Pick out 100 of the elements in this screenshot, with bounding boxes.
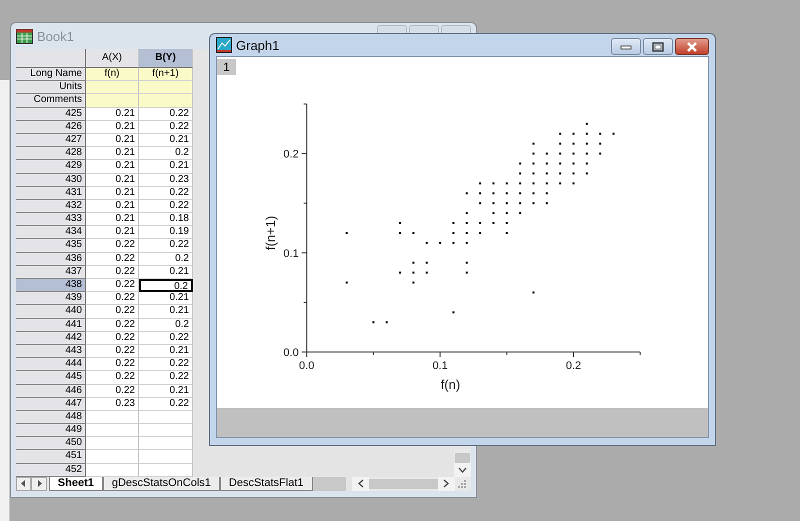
row-number[interactable]: 442	[16, 332, 86, 345]
row-number[interactable]: 432	[16, 200, 86, 214]
column-header[interactable]: A(X)	[86, 49, 139, 68]
scroll-right-button[interactable]	[438, 476, 455, 491]
table-cell[interactable]	[139, 81, 193, 94]
table-cell[interactable]: 0.22	[139, 108, 193, 121]
table-cell[interactable]: 0.21	[139, 134, 193, 148]
table-cell[interactable]: 0.19	[139, 226, 193, 240]
scrollbar-thumb[interactable]	[455, 452, 470, 463]
table-cell[interactable]: 0.23	[139, 174, 193, 187]
sheet-tab[interactable]: Sheet1	[48, 476, 103, 491]
table-cell[interactable]	[139, 437, 193, 450]
table-cell[interactable]: 0.21	[86, 226, 139, 240]
table-cell[interactable]: 0.2	[139, 279, 193, 292]
row-number[interactable]: 427	[16, 134, 86, 148]
table-cell[interactable]: 0.22	[86, 305, 139, 319]
table-cell[interactable]: 0.22	[139, 398, 193, 411]
close-button[interactable]	[675, 38, 709, 55]
row-number[interactable]: 435	[16, 239, 86, 253]
table-cell[interactable]: 0.18	[139, 213, 193, 226]
table-cell[interactable]: 0.21	[139, 344, 193, 358]
row-number[interactable]: 426	[16, 120, 86, 134]
row-number[interactable]: 430	[16, 174, 86, 187]
table-cell[interactable]	[139, 450, 193, 464]
table-cell[interactable]: 0.21	[86, 200, 139, 214]
table-cell[interactable]: 0.22	[86, 279, 139, 292]
table-cell[interactable]: 0.22	[139, 239, 193, 253]
table-cell[interactable]: 0.2	[139, 147, 193, 160]
row-number[interactable]: 436	[16, 252, 86, 266]
table-cell[interactable]: 0.21	[86, 134, 139, 148]
row-number[interactable]: 452	[16, 464, 86, 477]
table-cell[interactable]	[86, 410, 139, 424]
row-number[interactable]: 431	[16, 186, 86, 200]
sheet-tab[interactable]: DescStatsFlat1	[220, 476, 312, 491]
table-cell[interactable]: 0.22	[86, 384, 139, 398]
table-cell[interactable]: 0.22	[139, 120, 193, 134]
row-number[interactable]: 428	[16, 147, 86, 160]
maximize-button[interactable]	[643, 38, 673, 55]
table-cell[interactable]: f(n+1)	[139, 68, 193, 82]
row-number[interactable]: 439	[16, 292, 86, 306]
table-cell[interactable]	[86, 94, 139, 108]
row-number[interactable]: 434	[16, 226, 86, 240]
row-number[interactable]: 425	[16, 108, 86, 121]
table-cell[interactable]: f(n)	[86, 68, 139, 82]
layer-tab[interactable]: 1	[217, 59, 236, 75]
sheet-tab[interactable]: gDescStatsOnCols1	[102, 476, 220, 491]
table-cell[interactable]: 0.22	[139, 371, 193, 384]
row-number[interactable]: 440	[16, 305, 86, 319]
table-cell[interactable]: 0.21	[139, 266, 193, 279]
table-cell[interactable]: 0.21	[139, 384, 193, 398]
table-cell[interactable]: 0.22	[86, 371, 139, 384]
table-cell[interactable]: 0.21	[139, 305, 193, 319]
row-number[interactable]: 438	[16, 279, 86, 292]
row-number[interactable]: 437	[16, 266, 86, 279]
table-cell[interactable]	[86, 437, 139, 450]
table-cell[interactable]: 0.22	[139, 200, 193, 214]
table-cell[interactable]: 0.22	[86, 239, 139, 253]
row-number[interactable]: 445	[16, 371, 86, 384]
next-sheet-button[interactable]	[31, 476, 47, 491]
table-cell[interactable]	[139, 424, 193, 438]
row-number[interactable]: 429	[16, 160, 86, 174]
row-number[interactable]: 450	[16, 437, 86, 450]
table-cell[interactable]: 0.21	[86, 213, 139, 226]
table-cell[interactable]: 0.21	[86, 186, 139, 200]
minimize-button[interactable]	[611, 38, 641, 55]
table-cell[interactable]: 0.21	[86, 160, 139, 174]
table-cell[interactable]	[139, 410, 193, 424]
table-cell[interactable]: 0.22	[139, 186, 193, 200]
table-cell[interactable]: 0.21	[139, 292, 193, 306]
table-cell[interactable]: 0.22	[86, 344, 139, 358]
table-cell[interactable]	[86, 81, 139, 94]
table-cell[interactable]: 0.23	[86, 398, 139, 411]
row-number[interactable]: 441	[16, 318, 86, 332]
table-cell[interactable]: 0.22	[86, 358, 139, 372]
row-number[interactable]: 444	[16, 358, 86, 372]
table-cell[interactable]	[86, 450, 139, 464]
table-cell[interactable]	[139, 94, 193, 108]
table-cell[interactable]: 0.2	[139, 252, 193, 266]
row-number[interactable]: 448	[16, 410, 86, 424]
row-number[interactable]: 449	[16, 424, 86, 438]
column-header[interactable]: B(Y)	[139, 49, 193, 68]
row-number[interactable]: 451	[16, 450, 86, 464]
previous-sheet-button[interactable]	[16, 476, 32, 491]
table-cell[interactable]: 0.22	[86, 332, 139, 345]
table-cell[interactable]: 0.22	[139, 332, 193, 345]
table-cell[interactable]: 0.21	[86, 174, 139, 187]
table-cell[interactable]: 0.21	[86, 108, 139, 121]
table-cell[interactable]: 0.22	[86, 318, 139, 332]
row-number[interactable]: 446	[16, 384, 86, 398]
table-cell[interactable]: 0.21	[86, 147, 139, 160]
table-cell[interactable]: 0.21	[86, 120, 139, 134]
table-cell[interactable]: 0.2	[139, 318, 193, 332]
table-cell[interactable]: 0.22	[139, 358, 193, 372]
row-number[interactable]: 433	[16, 213, 86, 226]
row-number[interactable]: 447	[16, 398, 86, 411]
horizontal-scrollbar[interactable]	[352, 476, 455, 491]
scroll-left-button[interactable]	[352, 476, 370, 491]
vertical-scrollbar[interactable]	[454, 448, 471, 477]
scroll-down-button[interactable]	[454, 462, 471, 477]
table-cell[interactable]	[86, 424, 139, 438]
